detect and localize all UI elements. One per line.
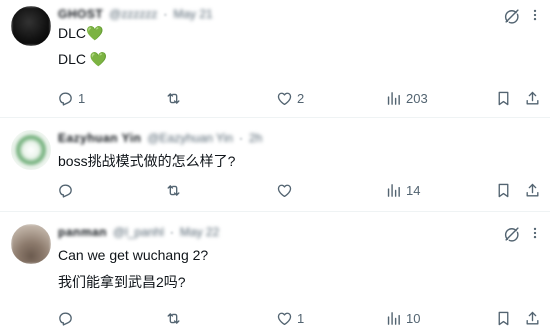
tweet-text-line: Can we get wuchang 2? [58,247,209,263]
like-button[interactable]: 2 [276,88,304,108]
views-count: 14 [406,182,421,198]
more-icon[interactable] [528,225,542,241]
reply-tweet[interactable]: Eazyhuan Yin @Eazyhuan Yin · 2h boss挑战模式… [0,124,550,212]
views-button[interactable]: 10 [385,308,420,328]
bookmark-icon [495,90,512,107]
tweet-date[interactable]: May 22 [180,225,219,239]
tweet-date[interactable]: 2h [249,131,262,145]
action-bar: 1 2 203 [0,88,550,108]
reply-tweet[interactable]: GHOST @zzzzzz · May 21 DLC💚 DLC 💚 1 2 20… [0,0,550,118]
bookmark-icon [495,182,512,199]
retweet-button[interactable] [165,308,186,328]
action-bar: 14 [0,180,550,200]
reply-tweet[interactable]: panman @l_panhl · May 22 Can we get wuch… [0,218,550,334]
heart-icon [276,310,293,327]
tweet-text-line: 我们能拿到武昌2吗? [58,274,186,290]
reply-button[interactable]: 1 [57,88,85,108]
tweet-text-line: boss挑战模式做的怎么样了? [58,153,236,169]
author-handle[interactable]: @zzzzzz [109,7,157,21]
share-icon [524,310,541,327]
grok-icon[interactable] [503,8,520,25]
separator-dot: · [163,7,168,21]
author-handle[interactable]: @Eazyhuan Yin [147,131,233,145]
views-icon [385,90,402,107]
grok-icon[interactable] [503,226,520,243]
action-bar: 1 10 [0,308,550,328]
author-name[interactable]: Eazyhuan Yin [58,131,141,145]
author-name[interactable]: GHOST [58,7,103,21]
reply-icon [57,182,74,199]
like-count: 1 [297,310,305,326]
retweet-icon [165,310,182,327]
retweet-button[interactable] [165,88,186,108]
tweet-header: GHOST @zzzzzz · May 21 [58,6,213,22]
bookmark-button[interactable] [495,180,512,200]
tweet-header: Eazyhuan Yin @Eazyhuan Yin · 2h [58,130,262,146]
views-count: 203 [406,90,428,106]
retweet-button[interactable] [165,180,186,200]
tweet-header: panman @l_panhl · May 22 [58,224,219,240]
views-icon [385,182,402,199]
reply-button[interactable] [57,308,78,328]
bookmark-button[interactable] [495,88,512,108]
heart-icon [276,90,293,107]
avatar[interactable] [11,6,51,46]
retweet-icon [165,90,182,107]
like-button[interactable]: 1 [276,308,304,328]
share-icon [524,90,541,107]
views-icon [385,310,402,327]
views-button[interactable]: 14 [385,180,420,200]
heart-icon [276,182,293,199]
retweet-icon [165,182,182,199]
bookmark-button[interactable] [495,308,512,328]
author-handle[interactable]: @l_panhl [113,225,164,239]
separator-dot: · [238,131,243,145]
tweet-text-line: DLC 💚 [58,51,108,67]
separator-dot: · [169,225,174,239]
tweet-date[interactable]: May 21 [173,7,212,21]
author-name[interactable]: panman [58,225,107,239]
like-button[interactable] [276,180,297,200]
tweet-text-line: DLC💚 [58,25,104,41]
share-icon [524,182,541,199]
share-button[interactable] [524,88,541,108]
like-count: 2 [297,90,305,106]
reply-icon [57,90,74,107]
share-button[interactable] [524,180,541,200]
avatar[interactable] [11,130,51,170]
share-button[interactable] [524,308,541,328]
reply-button[interactable] [57,180,78,200]
avatar[interactable] [11,224,51,264]
reply-count: 1 [78,90,86,106]
bookmark-icon [495,310,512,327]
reply-icon [57,310,74,327]
more-icon[interactable] [528,7,542,23]
views-button[interactable]: 203 [385,88,428,108]
views-count: 10 [406,310,421,326]
